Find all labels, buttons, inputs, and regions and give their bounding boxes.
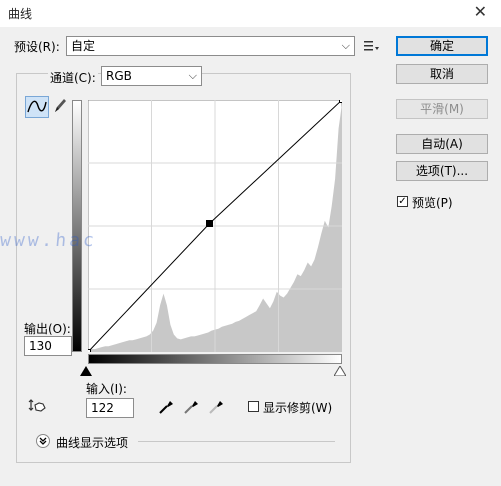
preset-select[interactable]: 自定 ⌵ (66, 36, 355, 56)
chevron-down-icon: ⌵ (341, 39, 350, 52)
endpoint[interactable] (339, 97, 345, 103)
chevron-down-icon: ⌵ (188, 69, 197, 82)
control-point[interactable] (206, 220, 213, 227)
black-eyedropper-icon[interactable] (158, 397, 176, 415)
pencil-tool-icon[interactable] (52, 97, 68, 115)
expand-chevron-icon[interactable] (36, 434, 50, 448)
cancel-button[interactable]: 取消 (396, 64, 488, 84)
input-label: 输入(I): (86, 382, 127, 396)
preset-options-icon[interactable] (364, 40, 380, 52)
auto-button[interactable]: 自动(A) (396, 134, 488, 154)
options-button[interactable]: 选项(T)... (396, 161, 488, 181)
watermark: www.hac (0, 230, 98, 251)
white-eyedropper-icon[interactable] (208, 397, 226, 415)
endpoint[interactable] (85, 349, 91, 355)
on-image-adjust-icon[interactable] (27, 398, 47, 414)
gray-eyedropper-icon[interactable] (183, 397, 201, 415)
preset-label: 预设(R): (14, 40, 60, 54)
input-gradient-bar (88, 354, 342, 364)
ok-button[interactable]: 确定 (396, 36, 488, 56)
curve-graph[interactable] (85, 97, 345, 355)
output-field[interactable]: 130 (24, 336, 72, 356)
input-field[interactable]: 122 (86, 398, 134, 418)
preset-value: 自定 (71, 39, 96, 53)
white-point-slider-icon[interactable] (334, 366, 346, 376)
preview-checkbox[interactable]: ✓ (397, 196, 408, 207)
channel-select[interactable]: RGB ⌵ (101, 66, 202, 86)
smooth-button[interactable]: 平滑(M) (396, 99, 488, 119)
show-clipping-checkbox[interactable] (248, 401, 259, 412)
black-point-slider-icon[interactable] (80, 366, 92, 376)
curve-graph-svg[interactable] (85, 97, 345, 355)
show-clipping-label: 显示修剪(W) (263, 401, 333, 415)
divider (138, 441, 335, 442)
output-label: 输出(O): (24, 322, 71, 336)
channel-label: 通道(C): (48, 69, 98, 86)
output-gradient-bar (72, 100, 82, 352)
title-bar (0, 0, 501, 27)
curve-tool-icon[interactable] (25, 96, 49, 118)
window-title: 曲线 (8, 7, 33, 21)
channel-value: RGB (106, 69, 132, 83)
preview-label: 预览(P) (412, 196, 453, 210)
curve-display-options-label[interactable]: 曲线显示选项 (56, 434, 128, 451)
close-icon[interactable]: ✕ (474, 3, 487, 21)
